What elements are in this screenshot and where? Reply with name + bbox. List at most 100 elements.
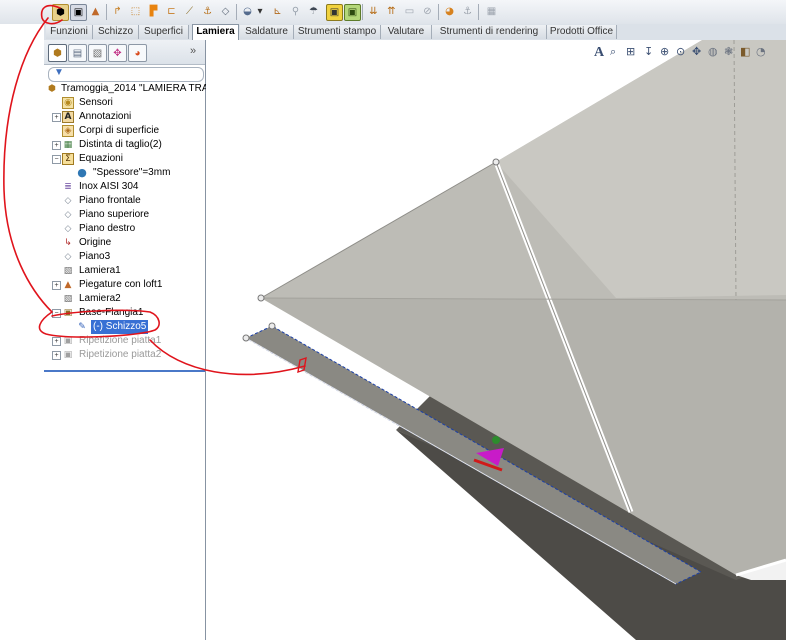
vent-icon[interactable]: ☂ [306,4,321,19]
dimxpert-tab-icon[interactable]: ✥ [108,44,127,62]
filter-icon: ▼ [54,67,64,78]
tab-saldature[interactable]: Saldature [240,25,294,39]
plane-icon: ◇ [64,224,72,234]
cross-break-icon[interactable]: ⚓ [200,4,215,19]
convert-to-sheet-metal-icon[interactable]: ⬢ [52,4,69,21]
surface-bodies-icon: ◈ [62,125,74,137]
tree-item-label: Ripetizione piatta1 [79,335,162,346]
sketch-icon: ✎ [78,322,86,332]
tab-schizzo[interactable]: Schizzo [93,25,139,39]
miter-flange-icon[interactable]: ⬚ [128,4,143,19]
tree-item-label: Ripetizione piatta2 [79,349,162,360]
expand-toggle[interactable]: + [52,113,61,122]
equations-icon: Σ [62,153,74,165]
unfold-icon[interactable]: ▣ [326,4,343,21]
zoom-fit-icon[interactable]: ⊕ [660,45,669,59]
cut-list-icon[interactable]: ▦ [484,4,499,19]
tree-item-label: Piano destro [79,223,136,234]
tree-item-label: Lamiera2 [79,293,121,304]
sheet-metal-gusset-icon[interactable]: ◕ [442,4,457,19]
display-style-icon[interactable]: ❃ [724,45,733,59]
tree-item-label: Equazioni [79,153,123,164]
tab-lamiera[interactable]: Lamiera [192,24,239,41]
flat-pattern-icon: ▣ [63,336,73,346]
tab-strumenti-stampo[interactable]: Strumenti stampo [294,25,381,39]
panel-more-button[interactable]: » [190,45,196,57]
tree-item-label: Distinta di taglio(2) [79,139,162,150]
configuration-manager-tab-icon[interactable]: ▧ [88,44,107,62]
rotate-icon[interactable]: ◍ [708,45,718,59]
forming-tool-icon[interactable]: ◒ [240,4,255,19]
expand-toggle[interactable]: + [52,141,61,150]
lofted-bend-icon: ▲ [64,280,72,290]
graphics-viewport[interactable]: A ⌕ ⊞ ↧ ⊕ ⊙ ✥ ◍ ❃ ◧ ◔ [206,40,786,640]
view-orientation-icon[interactable]: ◧ [740,45,750,59]
part-icon: ⬢ [48,84,56,94]
tree-item-label: Corpi di superficie [79,125,160,136]
simple-hole-icon[interactable]: ⚲ [288,4,303,19]
tab-strumenti-di-rendering[interactable]: Strumenti di rendering [432,25,547,39]
triad-y-axis [492,436,500,444]
command-manager-tabs: Funzioni Schizzo Superfici Lamiera Salda… [44,24,786,41]
tree-item-label: "Spessore"=3mm [93,167,171,178]
tree-item-label: Sensori [79,97,113,108]
flatten-icon[interactable]: ⇊ [366,4,381,19]
weld-icon[interactable]: ⚓ [460,4,475,19]
tree-item-label: Tramoggia_2014 "LAMIERA TRAM [61,83,217,94]
no-bends-icon[interactable]: ⇈ [384,4,399,19]
tab-valutare[interactable]: Valutare [381,25,432,39]
tree-item-label: Piegature con loft1 [79,279,163,290]
tree-item-label: Base-Flangia1 [79,307,144,318]
sheet-metal-icon: ▧ [63,294,73,304]
insert-bends-icon[interactable]: ⊘ [420,4,435,19]
cursor-icon[interactable]: ↧ [644,45,653,59]
base-flange-icon: ▣ [63,308,73,318]
expand-toggle[interactable]: + [52,351,61,360]
zoom-area-icon[interactable]: ⊙ [676,45,685,59]
tree-item-label: Origine [79,237,112,248]
model-geometry [242,40,786,640]
dimension-icon[interactable]: ⊞ [626,45,635,59]
plane-icon: ◇ [64,252,72,262]
tab-funzioni[interactable]: Funzioni [46,25,93,39]
corner-icon[interactable]: ◇ [218,4,233,19]
vertex-point [268,322,276,330]
base-flange-icon[interactable]: ▣ [70,4,87,21]
hide-show-icon[interactable]: ◔ [756,45,766,59]
fold-icon[interactable]: ▣ [344,4,361,21]
tree-item-label: Inox AISI 304 [79,181,139,192]
tab-prodotti-office[interactable]: Prodotti Office [547,25,617,39]
global-variable-icon: ● [77,166,87,179]
panel-tabs: ⬢ ▤ ▧ ✥ ◕ » [44,40,205,65]
tree-filter-input[interactable]: ▼ [48,67,204,82]
extruded-cut-icon[interactable]: ⊾ [270,4,285,19]
lofted-bend-icon[interactable]: ▲ [88,4,103,19]
chevron-down-icon[interactable]: ▾ [256,4,264,19]
jog-icon[interactable]: ⊏ [164,4,179,19]
annotate-icon[interactable]: ⌕ [610,45,616,59]
rip-icon[interactable]: ▭ [402,4,417,19]
hem-icon[interactable]: ▛ [146,4,161,19]
sensors-icon: ◉ [62,97,74,109]
vertex-point [257,294,265,302]
vertex-point [242,334,250,342]
property-manager-tab-icon[interactable]: ▤ [68,44,87,62]
feature-manager-tab-icon[interactable]: ⬢ [48,44,67,62]
pan-icon[interactable]: ✥ [692,45,701,59]
tree-item-label: Annotazioni [79,111,132,122]
rollback-bar[interactable] [44,370,205,372]
plane-icon: ◇ [64,210,72,220]
display-manager-tab-icon[interactable]: ◕ [128,44,147,62]
tab-superfici[interactable]: Superfici [139,25,189,39]
tree-item-label: Piano superiore [79,209,150,220]
tree-item-label: (-) Schizzo5 [91,320,149,334]
sketched-bend-icon[interactable]: ⟋ [182,4,197,19]
collapse-toggle[interactable]: − [52,155,61,164]
edge-flange-icon[interactable]: ↱ [110,4,125,19]
annotations-icon: A [62,111,74,123]
expand-toggle[interactable]: + [52,281,61,290]
collapse-toggle[interactable]: − [52,309,61,318]
annotation-A-icon[interactable]: A [594,45,604,60]
expand-toggle[interactable]: + [52,337,61,346]
left-margin [0,24,44,640]
